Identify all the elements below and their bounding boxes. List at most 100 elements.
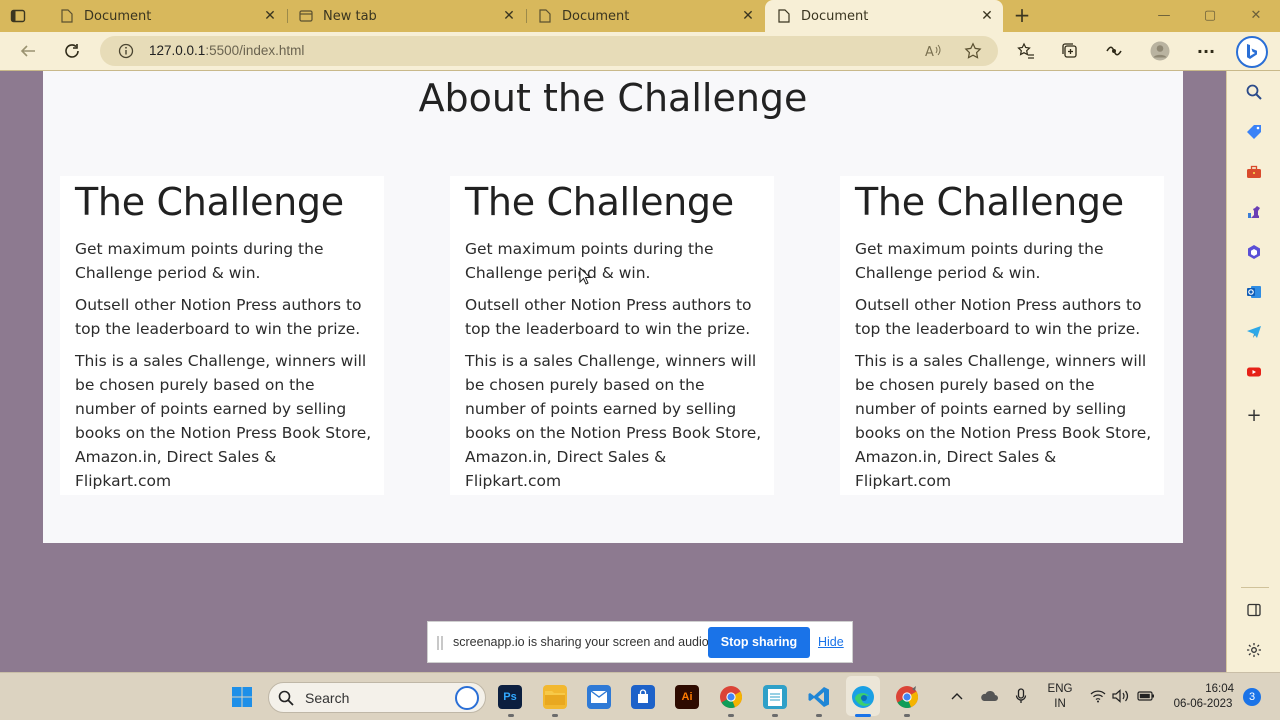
more-menu-icon[interactable]: ··· [1195, 40, 1217, 62]
close-icon[interactable]: ✕ [262, 8, 278, 24]
tab-label: Document [84, 8, 152, 24]
notepad-icon[interactable] [763, 685, 787, 709]
file-explorer-icon[interactable] [543, 685, 567, 709]
running-indicator [816, 714, 822, 717]
language-line: ENG [1047, 683, 1073, 695]
mail-icon[interactable] [587, 685, 611, 709]
clock-date: 06-06-2023 [1173, 698, 1233, 710]
url-text[interactable]: 127.0.0.1:5500/index.html [149, 43, 304, 58]
chrome-icon[interactable] [719, 685, 743, 709]
tab-document-active[interactable]: Document ✕ [765, 0, 1003, 32]
search-icon[interactable] [1245, 83, 1263, 101]
refresh-button[interactable] [61, 40, 83, 62]
profile-avatar[interactable] [1149, 40, 1171, 62]
close-icon[interactable]: ✕ [501, 8, 517, 24]
browser-tab-strip: Document ✕ New tab ✕ Document ✕ Document… [0, 0, 1280, 32]
section-title: About the Challenge [418, 76, 808, 120]
tab-actions-icon[interactable] [10, 8, 26, 24]
show-hidden-icons-chevron-icon[interactable] [948, 687, 966, 705]
clock[interactable]: 16:04 06-06-2023 [1168, 682, 1238, 712]
battery-icon[interactable] [1137, 687, 1155, 705]
browser-toolbar: 127.0.0.1:5500/index.html A ··· [0, 32, 1280, 71]
windows-start-icon[interactable] [230, 685, 254, 709]
outlook-icon[interactable] [1245, 283, 1263, 301]
collections-icon[interactable] [1059, 40, 1081, 62]
running-indicator [552, 714, 558, 717]
url-host: 127.0.0.1 [149, 43, 206, 58]
running-indicator [772, 714, 778, 717]
bing-icon[interactable] [455, 686, 479, 710]
address-bar[interactable]: 127.0.0.1:5500/index.html A [100, 36, 998, 66]
stop-sharing-button[interactable]: Stop sharing [708, 627, 810, 658]
hide-sidebar-icon[interactable] [1245, 601, 1263, 619]
photoshop-icon[interactable]: Ps [498, 685, 522, 709]
favorite-star-icon[interactable] [964, 42, 982, 60]
favorites-icon[interactable] [1015, 40, 1037, 62]
card-paragraph: This is a sales Challenge, winners will … [855, 352, 1152, 490]
card-paragraph: Get maximum points during the Challenge … [75, 240, 324, 282]
tab-label: Document [801, 8, 869, 24]
svg-text:A: A [925, 45, 934, 60]
running-indicator [904, 714, 910, 717]
read-aloud-icon[interactable]: A [924, 42, 942, 60]
card-heading: The Challenge [75, 180, 344, 224]
store-icon[interactable] [631, 685, 655, 709]
microphone-icon[interactable] [1012, 687, 1030, 705]
onedrive-cloud-icon[interactable] [980, 687, 998, 705]
card-paragraph: Outsell other Notion Press authors to to… [75, 296, 362, 338]
chrome-canary-icon[interactable] [895, 685, 919, 709]
card-paragraph: Outsell other Notion Press authors to to… [855, 296, 1142, 338]
tab-label: New tab [323, 8, 377, 24]
card-paragraph: This is a sales Challenge, winners will … [75, 352, 372, 490]
add-sidebar-app-icon[interactable]: + [1245, 405, 1263, 426]
notification-badge[interactable]: 3 [1243, 688, 1261, 706]
card-heading: The Challenge [855, 180, 1124, 224]
document-icon [538, 9, 552, 23]
active-indicator [855, 714, 871, 717]
card-heading: The Challenge [465, 180, 734, 224]
info-icon[interactable] [118, 43, 134, 59]
back-button[interactable] [17, 40, 39, 62]
hide-link[interactable]: Hide [818, 635, 844, 649]
send-paper-plane-icon[interactable] [1245, 323, 1263, 341]
tab-new-tab[interactable]: New tab ✕ [287, 0, 525, 32]
document-icon [60, 9, 74, 23]
new-tab-button[interactable]: + [1012, 5, 1032, 26]
youtube-icon[interactable] [1245, 363, 1263, 381]
challenge-card: The Challenge Get maximum points during … [840, 176, 1164, 495]
challenge-card: The Challenge Get maximum points during … [450, 176, 774, 495]
document-icon [777, 9, 791, 23]
shopping-tag-icon[interactable] [1245, 123, 1263, 141]
clock-time: 16:04 [1205, 683, 1234, 695]
sidebar-divider [1241, 587, 1269, 588]
settings-gear-icon[interactable] [1245, 641, 1263, 659]
performance-icon[interactable] [1103, 40, 1125, 62]
taskbar-search[interactable]: Search [268, 682, 486, 713]
tab-document-2[interactable]: Document ✕ [526, 0, 764, 32]
maximize-button[interactable]: ▢ [1200, 6, 1220, 26]
bing-chat-button[interactable] [1236, 36, 1268, 68]
minimize-button[interactable]: — [1154, 6, 1174, 26]
search-placeholder: Search [305, 690, 350, 706]
new-tab-icon [299, 9, 313, 23]
tab-document-1[interactable]: Document ✕ [48, 0, 286, 32]
about-section: About the Challenge The Challenge Get ma… [43, 71, 1183, 543]
drag-handle-icon[interactable] [437, 636, 443, 650]
card-paragraph: Outsell other Notion Press authors to to… [465, 296, 752, 338]
games-chess-icon[interactable] [1245, 203, 1263, 221]
card-paragraph: This is a sales Challenge, winners will … [465, 352, 762, 490]
tools-briefcase-icon[interactable] [1245, 163, 1263, 181]
share-message: screenapp.io is sharing your screen and … [453, 635, 713, 649]
close-icon[interactable]: ✕ [740, 8, 756, 24]
wifi-icon[interactable] [1089, 687, 1107, 705]
microsoft-365-icon[interactable] [1245, 243, 1263, 261]
vscode-icon[interactable] [807, 685, 831, 709]
edge-icon[interactable] [851, 685, 875, 709]
volume-icon[interactable] [1112, 687, 1130, 705]
close-icon[interactable]: ✕ [979, 8, 995, 24]
language-indicator[interactable]: ENG IN [1042, 682, 1078, 712]
close-window-button[interactable]: ✕ [1246, 6, 1266, 26]
illustrator-icon[interactable]: Ai [675, 685, 699, 709]
region-line: IN [1054, 698, 1066, 710]
search-icon [278, 690, 294, 706]
